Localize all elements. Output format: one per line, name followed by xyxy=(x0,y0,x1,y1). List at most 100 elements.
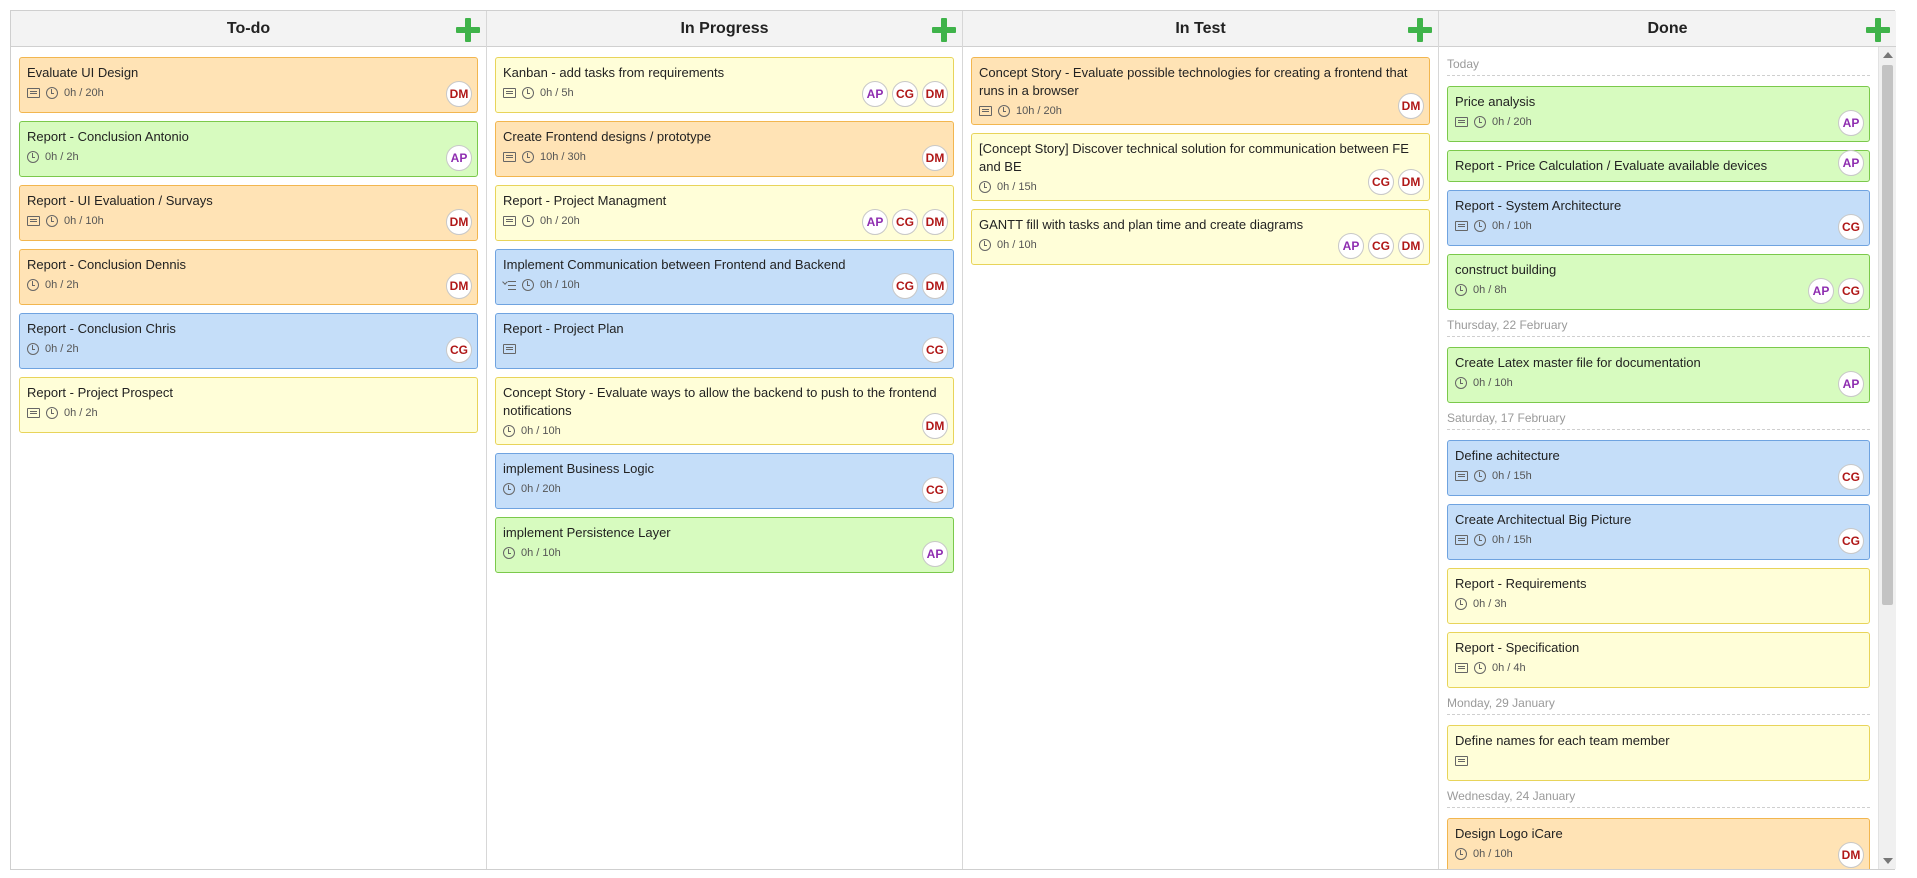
task-card[interactable]: Report - Conclusion Dennis 0h / 2h DM xyxy=(19,249,478,305)
scroll-down-arrow-icon[interactable] xyxy=(1883,858,1893,864)
done-scrollbar[interactable] xyxy=(1878,47,1896,869)
task-card[interactable]: Concept Story - Evaluate ways to allow t… xyxy=(495,377,954,445)
task-card[interactable]: implement Persistence Layer 0h / 10h AP xyxy=(495,517,954,573)
avatar[interactable]: DM xyxy=(1398,93,1424,119)
avatar[interactable]: DM xyxy=(922,81,948,107)
task-card[interactable]: Design Logo iCare 0h / 10h DM xyxy=(1447,818,1870,869)
card-title: Concept Story - Evaluate possible techno… xyxy=(979,65,1408,98)
avatar[interactable]: CG xyxy=(1838,464,1864,490)
task-card[interactable]: Define names for each team member xyxy=(1447,725,1870,781)
avatar[interactable]: CG xyxy=(922,477,948,503)
avatar[interactable]: AP xyxy=(446,145,472,171)
avatar[interactable]: DM xyxy=(446,209,472,235)
clock-icon xyxy=(46,87,58,99)
task-card[interactable]: Report - Price Calculation / Evaluate av… xyxy=(1447,150,1870,182)
avatar[interactable]: DM xyxy=(922,209,948,235)
task-card[interactable]: Report - Conclusion Chris 0h / 2h CG xyxy=(19,313,478,369)
assignee-avatars: AP CG DM xyxy=(862,81,948,107)
task-card[interactable]: Report - Requirements 0h / 3h xyxy=(1447,568,1870,624)
add-task-button[interactable] xyxy=(1408,18,1432,42)
avatar[interactable]: DM xyxy=(1398,169,1424,195)
task-card[interactable]: Evaluate UI Design 0h / 20h DM xyxy=(19,57,478,113)
description-icon xyxy=(1455,117,1468,127)
clock-icon xyxy=(1455,848,1467,860)
task-card[interactable]: Create Architectual Big Picture 0h / 15h C… xyxy=(1447,504,1870,560)
avatar[interactable]: AP xyxy=(922,541,948,567)
task-card[interactable]: Report - UI Evaluation / Survays 0h / 10h… xyxy=(19,185,478,241)
scroll-up-arrow-icon[interactable] xyxy=(1883,52,1893,58)
task-card[interactable]: [Concept Story] Discover technical solut… xyxy=(971,133,1430,201)
assignee-avatars: CG DM xyxy=(1368,169,1424,195)
task-card[interactable]: GANTT fill with tasks and plan time and … xyxy=(971,209,1430,265)
add-task-button[interactable] xyxy=(456,18,480,42)
card-meta: 0h / 10h xyxy=(503,423,946,439)
task-card[interactable]: Report - Project Managment 0h / 20h AP CG DM xyxy=(495,185,954,241)
avatar[interactable]: AP xyxy=(1338,233,1364,259)
date-group-label: Today xyxy=(1447,57,1870,76)
card-title: Kanban - add tasks from requirements xyxy=(503,65,725,80)
card-title: Report - Price Calculation / Evaluate av… xyxy=(1455,158,1768,173)
task-card[interactable]: construct building 0h / 8h AP CG xyxy=(1447,254,1870,310)
card-meta: 10h / 30h xyxy=(503,149,946,165)
avatar[interactable]: DM xyxy=(446,81,472,107)
description-icon xyxy=(503,344,516,354)
card-meta: 0h / 20h xyxy=(503,481,946,497)
add-task-button[interactable] xyxy=(1866,18,1890,42)
avatar[interactable]: CG xyxy=(892,81,918,107)
avatar[interactable]: CG xyxy=(1368,233,1394,259)
task-card[interactable]: Create Latex master file for documentati… xyxy=(1447,347,1870,403)
scroll-thumb[interactable] xyxy=(1882,65,1893,605)
card-meta xyxy=(503,341,946,357)
card-title: Report - UI Evaluation / Survays xyxy=(27,193,213,208)
avatar[interactable]: CG xyxy=(1838,214,1864,240)
avatar[interactable]: CG xyxy=(892,273,918,299)
task-card[interactable]: Report - Specification 0h / 4h xyxy=(1447,632,1870,688)
add-task-button[interactable] xyxy=(932,18,956,42)
task-card[interactable]: Create Frontend designs / prototype 10h /… xyxy=(495,121,954,177)
task-card[interactable]: Define achitecture 0h / 15h CG xyxy=(1447,440,1870,496)
task-card[interactable]: Implement Communication between Frontend… xyxy=(495,249,954,305)
assignee-avatars: AP xyxy=(1838,371,1864,397)
avatar[interactable]: AP xyxy=(862,81,888,107)
avatar[interactable]: CG xyxy=(446,337,472,363)
time-estimate: 0h / 10h xyxy=(1473,377,1513,389)
clock-icon xyxy=(1455,377,1467,389)
assignee-avatars: CG xyxy=(1838,528,1864,554)
card-title: Concept Story - Evaluate ways to allow t… xyxy=(503,385,937,418)
time-estimate: 0h / 20h xyxy=(64,87,104,99)
avatar[interactable]: DM xyxy=(446,273,472,299)
task-card[interactable]: Price analysis 0h / 20h AP xyxy=(1447,86,1870,142)
task-card[interactable]: Concept Story - Evaluate possible techno… xyxy=(971,57,1430,125)
time-estimate: 0h / 2h xyxy=(64,407,98,419)
assignee-avatars: AP xyxy=(1838,150,1864,176)
avatar[interactable]: AP xyxy=(1808,278,1834,304)
avatar[interactable]: DM xyxy=(922,413,948,439)
avatar[interactable]: AP xyxy=(1838,150,1864,176)
card-title: [Concept Story] Discover technical solut… xyxy=(979,141,1409,174)
avatar[interactable]: DM xyxy=(1398,233,1424,259)
task-card[interactable]: implement Business Logic 0h / 20h CG xyxy=(495,453,954,509)
avatar[interactable]: CG xyxy=(1368,169,1394,195)
task-card[interactable]: Kanban - add tasks from requirements 0h /… xyxy=(495,57,954,113)
clock-icon xyxy=(1474,116,1486,128)
avatar[interactable]: DM xyxy=(922,273,948,299)
avatar[interactable]: AP xyxy=(862,209,888,235)
avatar[interactable]: CG xyxy=(1838,278,1864,304)
avatar[interactable]: AP xyxy=(1838,371,1864,397)
time-estimate: 0h / 15h xyxy=(997,181,1037,193)
card-meta: 0h / 15h xyxy=(1455,468,1862,484)
task-card[interactable]: Report - Conclusion Antonio 0h / 2h AP xyxy=(19,121,478,177)
card-title: Report - Conclusion Dennis xyxy=(27,257,186,272)
avatar[interactable]: AP xyxy=(1838,110,1864,136)
task-card[interactable]: Report - System Architecture 0h / 10h CG xyxy=(1447,190,1870,246)
card-meta: 0h / 20h xyxy=(1455,114,1862,130)
clock-icon xyxy=(998,105,1010,117)
avatar[interactable]: CG xyxy=(922,337,948,363)
avatar[interactable]: DM xyxy=(922,145,948,171)
task-card[interactable]: Report - Project Plan CG xyxy=(495,313,954,369)
avatar[interactable]: CG xyxy=(1838,528,1864,554)
avatar[interactable]: CG xyxy=(892,209,918,235)
avatar[interactable]: DM xyxy=(1838,842,1864,868)
time-estimate: 0h / 10h xyxy=(64,215,104,227)
task-card[interactable]: Report - Project Prospect 0h / 2h xyxy=(19,377,478,433)
